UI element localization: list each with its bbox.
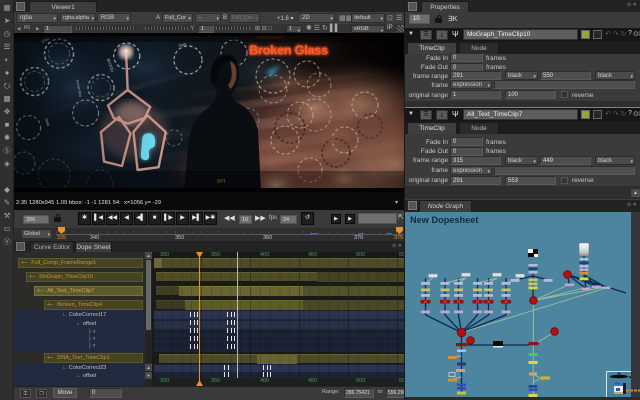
svg-text:New Dopesheet: New Dopesheet [410, 215, 478, 225]
svg-text:Broken Glass: Broken Glass [249, 43, 328, 58]
